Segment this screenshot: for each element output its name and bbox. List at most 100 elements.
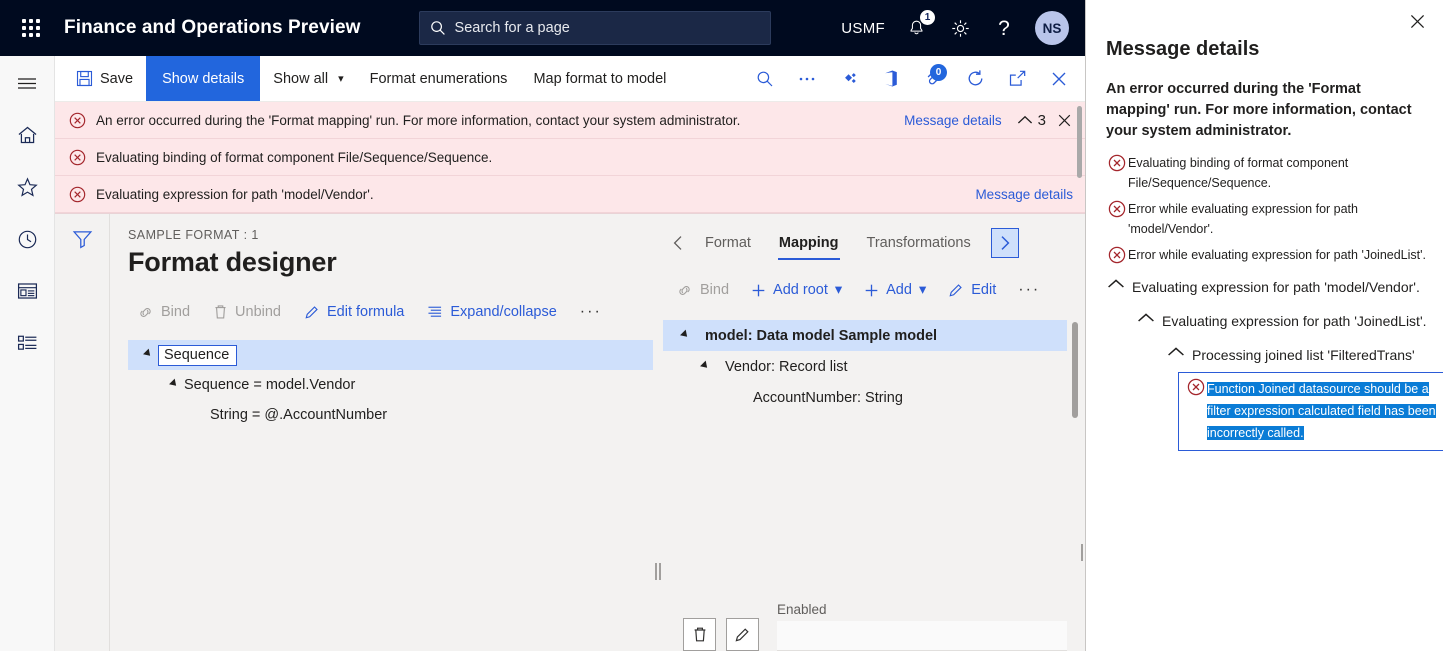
selected-error-message[interactable]: Function Joined datasource should be a f… (1178, 372, 1443, 451)
tabs-previous-button[interactable] (665, 228, 691, 258)
pane-splitter[interactable] (653, 214, 663, 651)
detail-entry[interactable]: Processing joined list 'FilteredTrans' (1166, 345, 1427, 365)
show-all-button[interactable]: Show all ▾ (260, 56, 356, 101)
command-overflow-button[interactable] (787, 56, 827, 102)
format-tree-node[interactable]: Sequence (128, 340, 653, 370)
search-input[interactable]: Search for a page (419, 11, 771, 45)
detail-entry-text: Evaluating expression for path 'model/Ve… (1132, 277, 1420, 297)
mapping-tree-node[interactable]: Vendor: Record list (663, 351, 1067, 382)
expand-caret[interactable] (675, 332, 695, 340)
share-button[interactable] (829, 56, 869, 102)
tab-mapping[interactable]: Mapping (765, 229, 853, 258)
plus-icon (751, 283, 766, 298)
chevron-up-icon[interactable] (1136, 311, 1162, 329)
format-tree-node[interactable]: Sequence = model.Vendor (128, 370, 653, 400)
chevron-up-icon[interactable] (1016, 113, 1034, 127)
show-all-label: Show all (273, 71, 328, 87)
format-tree-node[interactable]: String = @.AccountNumber (128, 400, 653, 430)
command-search-button[interactable] (745, 56, 785, 102)
format-toolbar-overflow[interactable]: ··· (571, 298, 611, 326)
mapping-tree-node[interactable]: AccountNumber: String (663, 382, 1067, 413)
show-details-button[interactable]: Show details (146, 56, 260, 101)
link-icon (676, 284, 693, 297)
mapping-tree-scrollbar[interactable] (1072, 322, 1078, 418)
open-in-office-button[interactable] (871, 56, 911, 102)
tabs-next-button[interactable] (991, 228, 1019, 258)
mapping-node-label: Vendor: Record list (725, 359, 848, 375)
expand-caret[interactable] (695, 363, 715, 371)
trash-icon (692, 626, 708, 643)
sidebar-item-nav-expand[interactable] (10, 66, 44, 100)
message-details-link[interactable]: Message details (904, 113, 1002, 128)
sidebar-item-favorites[interactable] (10, 170, 44, 204)
open-in-new-window-button[interactable] (997, 56, 1037, 102)
unbind-button[interactable]: Unbind (204, 299, 290, 325)
sidebar-item-workspaces[interactable] (10, 274, 44, 308)
detail-entry[interactable]: Evaluating expression for path 'JoinedLi… (1136, 311, 1427, 331)
chevron-right-icon (998, 235, 1011, 251)
help-button[interactable]: ? (991, 15, 1017, 41)
save-button[interactable]: Save (63, 56, 146, 101)
sidebar-item-home[interactable] (10, 118, 44, 152)
modules-icon (17, 334, 38, 352)
close-page-button[interactable] (1039, 56, 1079, 102)
mapping-toolbar: Bind Add root ▾ (663, 276, 1085, 304)
edit-button[interactable] (726, 618, 759, 651)
bind-button[interactable]: Bind (128, 299, 199, 325)
delete-button[interactable] (683, 618, 716, 651)
sidebar-item-recent[interactable] (10, 222, 44, 256)
detail-panel-title: Message details (1106, 0, 1427, 61)
chevron-up-icon[interactable] (1166, 345, 1192, 363)
message-text: Evaluating binding of format component F… (96, 150, 492, 165)
expand-collapse-button[interactable]: Expand/collapse (418, 299, 565, 325)
star-icon (17, 177, 38, 197)
refresh-button[interactable] (955, 56, 995, 102)
splitter-grip (655, 563, 661, 580)
help-label: ? (998, 18, 1010, 39)
designer-panes: SAMPLE FORMAT : 1 Format designer Bind (110, 214, 1085, 651)
add-root-button[interactable]: Add root ▾ (742, 277, 851, 303)
detail-panel-close-button[interactable] (1408, 12, 1427, 31)
tab-transformations[interactable]: Transformations (853, 229, 985, 258)
sidebar-item-modules[interactable] (10, 326, 44, 360)
attachments-button[interactable]: 0 (913, 56, 953, 102)
chevron-up-icon[interactable] (1106, 277, 1132, 295)
enabled-input[interactable] (777, 621, 1067, 651)
avatar[interactable]: NS (1035, 11, 1069, 45)
mapping-tree-node[interactable]: model: Data model Sample model (663, 320, 1067, 351)
content-area: SAMPLE FORMAT : 1 Format designer Bind (55, 214, 1085, 651)
command-bar: Save Show details Show all ▾ Format enum… (55, 56, 1085, 102)
company-selector[interactable]: USMF (841, 20, 885, 37)
settings-button[interactable] (947, 15, 973, 41)
mapping-edit-button[interactable]: Edit (939, 277, 1005, 303)
add-button[interactable]: Add ▾ (855, 277, 935, 303)
expand-caret[interactable] (138, 351, 158, 359)
filter-icon[interactable] (72, 229, 93, 249)
map-format-to-model-button[interactable]: Map format to model (520, 56, 679, 101)
mapping-toolbar-overflow[interactable]: ··· (1009, 276, 1049, 304)
waffle-icon[interactable] (12, 9, 50, 47)
format-enumerations-label: Format enumerations (370, 71, 508, 87)
add-label: Add (886, 282, 912, 298)
expand-caret[interactable] (164, 381, 184, 389)
tab-format[interactable]: Format (691, 229, 765, 258)
detail-panel-lead: An error occurred during the 'Format map… (1106, 79, 1427, 142)
error-circle-icon (69, 112, 86, 129)
notifications-button[interactable]: 1 (903, 15, 929, 41)
format-node-name-input[interactable]: Sequence (158, 345, 237, 366)
save-label: Save (100, 71, 133, 87)
search-icon (756, 70, 774, 88)
message-bar-scrollbar[interactable] (1077, 106, 1082, 178)
detail-entry-text: Evaluating binding of format component F… (1128, 153, 1427, 193)
mapping-node-label: AccountNumber: String (753, 390, 903, 406)
edit-formula-button[interactable]: Edit formula (295, 299, 413, 325)
mapping-bind-button[interactable]: Bind (667, 277, 738, 303)
format-enumerations-button[interactable]: Format enumerations (357, 56, 521, 101)
app-shell: Finance and Operations Preview Search fo… (0, 0, 1085, 651)
message-details-link[interactable]: Message details (975, 187, 1073, 202)
detail-entry[interactable]: Evaluating expression for path 'model/Ve… (1106, 277, 1427, 297)
popout-icon (1008, 70, 1027, 87)
hamburger-icon (17, 76, 37, 91)
close-icon[interactable] (1056, 112, 1073, 129)
format-toolbar: Bind Unbind (128, 298, 653, 326)
